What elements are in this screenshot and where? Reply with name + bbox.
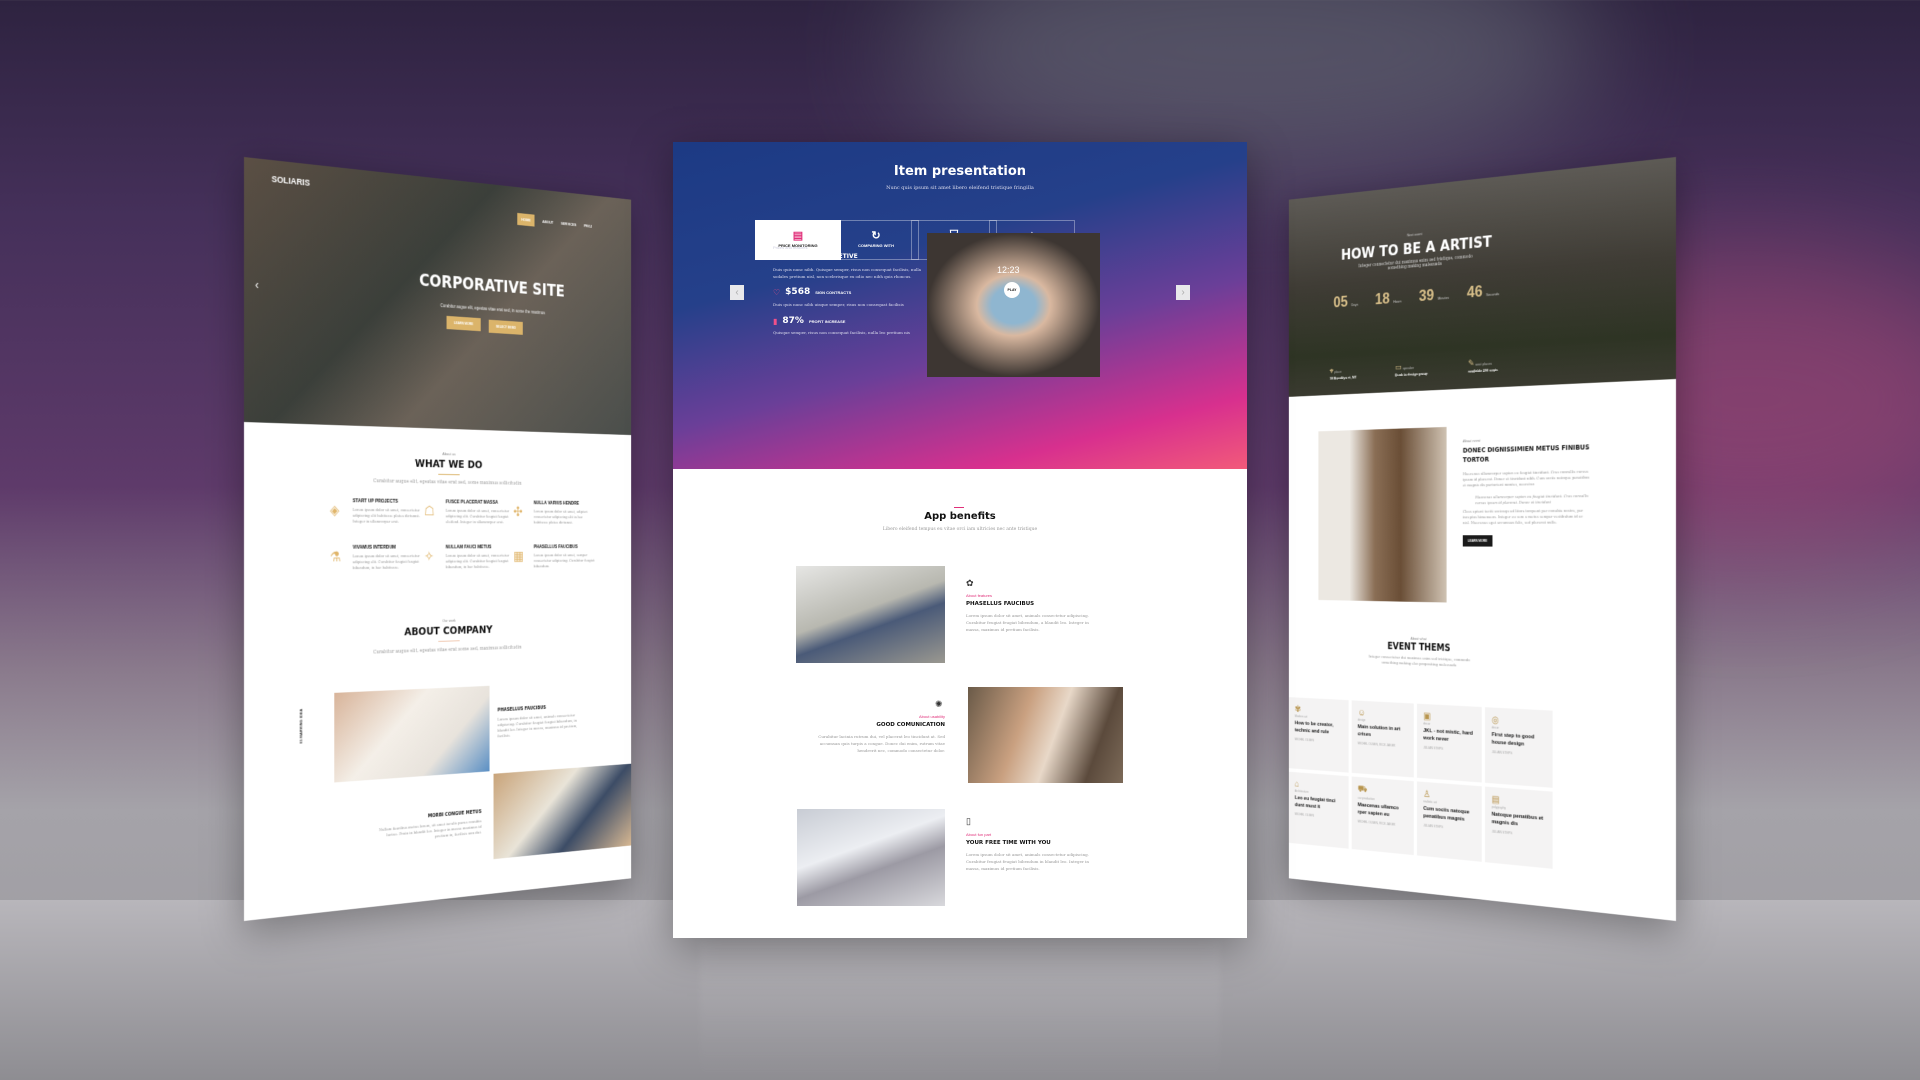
countdown-minutes: 39 Minutes bbox=[1418, 285, 1449, 305]
about-paragraph: Maecenas ullamcorper sapien eu feugiat t… bbox=[1462, 468, 1590, 488]
nav-home[interactable]: HOME bbox=[517, 212, 535, 227]
event-card[interactable]: ⌂ Architecture Leo eu feugiat tinci dunt… bbox=[1288, 771, 1349, 849]
benefit-eyebrow: About usability bbox=[918, 714, 945, 719]
about-company-subtitle: Curabitur augue elit, egestas vitae erat… bbox=[373, 644, 522, 656]
target-icon: ✣ bbox=[513, 503, 523, 519]
slider-prev-button[interactable]: ‹ bbox=[730, 285, 744, 300]
blueprint-icon: ▦ bbox=[513, 548, 524, 563]
about-eyebrow: About event bbox=[1462, 438, 1481, 444]
phone-touch-icon: ▯ bbox=[966, 816, 971, 826]
info-speaker: ▭ speaker Dunk in design group bbox=[1395, 362, 1428, 378]
learn-more-button[interactable]: LEARN MORE bbox=[1462, 535, 1493, 547]
play-button[interactable]: PLAY bbox=[1004, 282, 1020, 298]
bulb-icon: ✺ bbox=[935, 699, 943, 709]
stat-contracts: ♡ $568 SIGN CONTRACTS bbox=[773, 287, 852, 297]
side-label: 01 MARKING IDEA bbox=[298, 708, 304, 744]
stat-text: Quisque semper, risus non consequat faci… bbox=[773, 330, 910, 335]
event-card[interactable]: ☺ design Main solution in art crises MIC… bbox=[1351, 700, 1414, 778]
event-thems-subtitle: Integer consectetur dui maximus enim sed… bbox=[1368, 653, 1470, 668]
table-chairs-image bbox=[493, 763, 632, 860]
benefit-title: GOOD COMUNICATION bbox=[876, 722, 945, 728]
service-item: ⚗ VIVAMUS INTERDUM Lorem ipsum dolor sit… bbox=[329, 544, 420, 570]
block-text: Nullam faucibus metus lorem, sit amet ia… bbox=[379, 818, 482, 839]
benefit-title: YOUR FREE TIME WITH YOU bbox=[966, 840, 1051, 846]
block-title: PHASELLUS FAUCIBUS bbox=[497, 705, 547, 714]
benefits-subtitle: Libero eleifend tempus eu vitae orci iam… bbox=[882, 527, 1038, 532]
benefit-image-laptop bbox=[796, 566, 945, 663]
stat-text: Duis quis nunc nibh uisque semper, risus… bbox=[773, 302, 904, 307]
benefit-eyebrow: About features bbox=[966, 593, 993, 598]
benefit-image-friends bbox=[968, 687, 1123, 783]
item-presentation-page: Item presentation Nunc quis ipsum sit am… bbox=[673, 142, 1247, 938]
benefit-text: Lorem ipsum dolor sit amet, animals cons… bbox=[966, 852, 1090, 871]
presenter-icon: ▭ bbox=[1395, 362, 1402, 372]
event-card[interactable]: ⛟ car production Maecenas ullamco rper s… bbox=[1351, 776, 1414, 856]
event-card[interactable]: ♙ realistic art Cum sociis natoque penat… bbox=[1416, 781, 1482, 862]
service-item: ✣ NULLA VARIUS HENDRE Lorem ipsum dolor … bbox=[513, 500, 588, 525]
artist-photo bbox=[1318, 426, 1447, 603]
nav-services[interactable]: SERVICES bbox=[561, 217, 576, 230]
countdown-hours: 18 Hours bbox=[1375, 289, 1402, 308]
features-eyebrow: Prices and features bbox=[773, 245, 808, 250]
tablet-hand-icon: ☖ bbox=[424, 502, 435, 519]
idea-icon: ✧ bbox=[424, 548, 434, 564]
service-item: ◈ START UP PROJECTS Lorem ipsum dolor si… bbox=[329, 498, 421, 524]
page-reflection bbox=[700, 940, 1220, 1080]
artist-event-page: Next event HOW TO BE A ARTIST Integer co… bbox=[1288, 157, 1676, 921]
countdown-days: 05 Days bbox=[1333, 292, 1359, 312]
event-card[interactable]: ✾ Modern art How to be creator, technic … bbox=[1288, 697, 1349, 773]
features-headline: FUNCTION COMPERETIVE bbox=[773, 253, 858, 260]
info-seats: ✎ seat places available 200 seats bbox=[1468, 358, 1498, 374]
refresh-icon: ↻ bbox=[871, 230, 881, 242]
stat-profit: ▮ 87% PROFIT INCREASE bbox=[773, 316, 846, 326]
hero-title: Item presentation bbox=[893, 164, 1027, 179]
business-card-image bbox=[334, 685, 490, 783]
about-title: DONEC DIGNISSIMIEN METUS FINIBUS TORTOR bbox=[1462, 443, 1590, 464]
service-item: ✧ NULLAM FAUCI METUS Lorem ipsum dolor s… bbox=[424, 544, 509, 570]
flask-icon: ⚗ bbox=[329, 548, 341, 565]
map-pin-icon: ⌖ bbox=[1329, 365, 1334, 376]
bar-chart-icon: ▮ bbox=[773, 316, 778, 326]
about-paragraph: Class aptent taciti sociosqu ad litora t… bbox=[1462, 507, 1584, 525]
select-demo-button[interactable]: SELECT DEMO bbox=[488, 319, 524, 335]
corporative-site-page: SOLIARIS HOME ABOUT SERVICES PROJ ‹ CORP… bbox=[244, 157, 632, 921]
ticket-icon: ✎ bbox=[1468, 358, 1475, 368]
phone-video-image[interactable]: 12:23 PLAY bbox=[927, 233, 1100, 377]
benefit-title: PHASELLUS FAUCIBUS bbox=[966, 601, 1035, 607]
phone-time: 12:23 bbox=[997, 265, 1020, 275]
about-quote: Maecenas ullamcorper sapien eu feugiat t… bbox=[1475, 493, 1589, 506]
block-text: Lorem ipsum dolor sit amet, animals cons… bbox=[497, 712, 578, 739]
event-card[interactable]: ▣ decor JKL - not mistic, hard work neve… bbox=[1416, 703, 1482, 783]
slider-prev-icon[interactable]: ‹ bbox=[255, 278, 259, 292]
what-we-do-subtitle: Curabitur augue elit, egestas vitae erat… bbox=[373, 478, 522, 487]
benefit-image-coffee bbox=[797, 809, 945, 906]
nav-about[interactable]: ABOUT bbox=[542, 215, 553, 228]
diamond-icon: ◈ bbox=[329, 501, 340, 518]
brain-icon: ✿ bbox=[966, 578, 974, 588]
hero-subtitle: Nunc quis ipsum sit amet libero eleifend… bbox=[886, 185, 1034, 191]
gold-divider bbox=[438, 640, 460, 642]
service-item: ▦ PHASELLUS FAUCIBUS Lorem ipsum dolor s… bbox=[513, 544, 595, 569]
benefit-eyebrow: About fun part bbox=[966, 832, 992, 837]
service-item: ☖ FUSCE PLACERAT MASSA Lorem ipsum dolor… bbox=[424, 499, 509, 525]
event-card[interactable]: ◎ decor First step to good house design … bbox=[1485, 707, 1553, 788]
monitor-chart-icon: ▤ bbox=[792, 230, 804, 242]
features-paragraph: Duis quis nunc nibh. Quisque semper, ris… bbox=[773, 267, 922, 279]
info-place: ⌖ place 18 Brooklyn st, NY bbox=[1329, 365, 1357, 381]
handshake-icon: ♡ bbox=[773, 287, 781, 297]
benefit-text: Lorem ipsum dolor sit amet, animals cons… bbox=[966, 613, 1089, 632]
event-card[interactable]: ▤ polygraphy Natoque penatibus et magnis… bbox=[1485, 786, 1553, 869]
benefits-title: App benefits bbox=[924, 511, 996, 522]
pink-divider bbox=[954, 507, 964, 508]
slider-next-button[interactable]: › bbox=[1176, 285, 1190, 300]
benefit-text: Curabitur lacinia rutrum dui, vel placer… bbox=[818, 734, 945, 753]
countdown-seconds: 46 Seconds bbox=[1466, 282, 1500, 302]
gold-divider bbox=[438, 473, 460, 476]
nav-projects[interactable]: PROJ bbox=[584, 220, 592, 233]
learn-more-button[interactable]: LEARN MORE bbox=[446, 315, 481, 332]
